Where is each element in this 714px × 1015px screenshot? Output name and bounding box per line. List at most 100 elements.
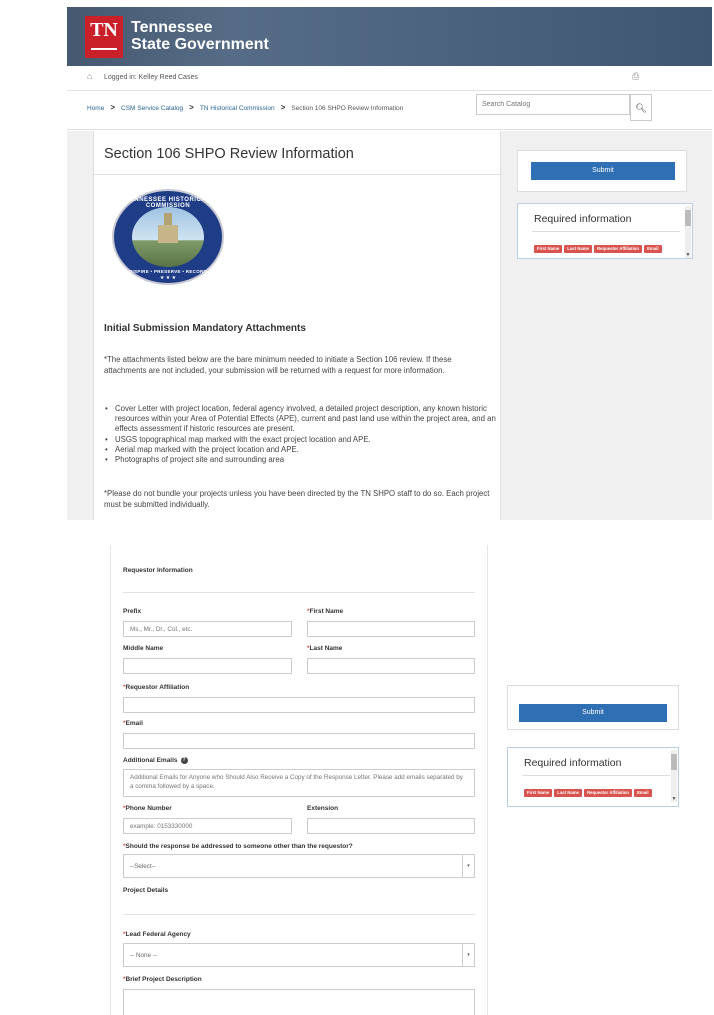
required-badge-first-name[interactable]: First Name	[534, 245, 563, 253]
search-input[interactable]	[476, 94, 630, 115]
extension-label: Extension	[307, 805, 339, 812]
email-field[interactable]	[123, 733, 475, 749]
required-info-divider	[522, 775, 670, 776]
addressed-to-value: --Select--	[130, 863, 156, 870]
historical-commission-seal: TENNESSEE HISTORICAL COMMISSION INSPIRE …	[112, 189, 224, 285]
list-item: Aerial map marked with the project locat…	[104, 445, 498, 455]
required-info-panel: Required information First Name Last Name…	[517, 203, 693, 259]
phone-label: *Phone Number	[123, 805, 172, 812]
request-form: Requestor Information Prefix *First Name…	[110, 545, 488, 1015]
prefix-label: Prefix	[123, 608, 142, 615]
section-divider	[123, 592, 475, 593]
tn-logo[interactable]: TN	[85, 16, 123, 58]
logged-in-user[interactable]: Logged in: Kelley Reed	[104, 74, 176, 81]
scroll-down-arrow-icon[interactable]: ▼	[671, 796, 677, 802]
breadcrumb-current: Section 106 SHPO Review Information	[291, 105, 404, 112]
requestor-section-title: Requestor Information	[123, 567, 193, 574]
required-badge-affiliation[interactable]: Requestor Affiliation	[593, 245, 643, 253]
brand-line-2: State Government	[131, 36, 269, 53]
required-badge-last-name[interactable]: Last Name	[554, 789, 582, 797]
project-description-label: *Brief Project Description	[123, 976, 202, 983]
lead-agency-select[interactable]: -- None -- ▾	[123, 943, 475, 967]
section-divider	[123, 914, 475, 915]
required-badges: First Name Last Name Requestor Affiliation…	[524, 781, 674, 799]
scroll-down-arrow-icon[interactable]: ▼	[685, 252, 691, 258]
search-icon: 🔍︎	[635, 103, 647, 113]
addressed-to-label: *Should the response be addressed to som…	[123, 843, 353, 850]
required-info-scrollbar[interactable]: ▼	[685, 206, 691, 258]
required-info-title: Required information	[534, 213, 632, 225]
bundle-note: *Please do not bundle your projects unle…	[104, 489, 490, 509]
first-name-input[interactable]	[307, 621, 475, 637]
email-label: *Email	[123, 720, 143, 727]
breadcrumb-tn-historical[interactable]: TN Historical Commission	[200, 105, 275, 112]
submit-button[interactable]: Submit	[519, 704, 667, 722]
project-description-input[interactable]	[123, 989, 475, 1015]
required-badge-affiliation[interactable]: Requestor Affiliation	[583, 789, 633, 797]
attachments-list: Cover Letter with project location, fede…	[104, 404, 498, 465]
required-info-divider	[532, 231, 680, 232]
required-info-scrollbar[interactable]: ▼	[671, 750, 677, 802]
home-icon[interactable]: ⌂	[87, 72, 96, 81]
submit-button[interactable]: Submit	[531, 162, 675, 180]
required-badge-first-name[interactable]: First Name	[524, 789, 553, 797]
breadcrumb-csm-catalog[interactable]: CSM Service Catalog	[121, 105, 183, 112]
lead-agency-label: *Lead Federal Agency	[123, 931, 191, 938]
scrollbar-thumb[interactable]	[685, 210, 691, 226]
extension-input[interactable]	[307, 818, 475, 834]
breadcrumb-bar: Home > CSM Service Catalog > TN Historical C…	[67, 90, 712, 130]
submit-panel: Submit	[507, 685, 679, 730]
submit-panel: Submit	[517, 150, 687, 192]
middle-name-label: Middle Name	[123, 645, 164, 652]
user-bar: ⌂ Logged in: Kelley Reed Cases ⎙	[67, 66, 712, 90]
required-badge-email[interactable]: Email	[644, 245, 662, 253]
attachments-intro: *The attachments listed below are the ba…	[104, 355, 452, 375]
project-section-title: Project Details	[123, 887, 169, 894]
chevron-down-icon[interactable]: ▾	[462, 855, 474, 877]
additional-emails-input[interactable]	[123, 769, 475, 797]
addressed-to-select[interactable]: --Select-- ▾	[123, 854, 475, 878]
required-badges: First Name Last Name Requestor Affiliation…	[534, 237, 684, 255]
prefix-input[interactable]	[123, 621, 292, 637]
scrollbar-thumb[interactable]	[671, 754, 677, 770]
brand-line-1: Tennessee	[131, 19, 213, 36]
page-title: Section 106 SHPO Review Information	[104, 146, 354, 162]
title-divider	[94, 174, 500, 175]
catalog-item-card: Section 106 SHPO Review Information TENN…	[93, 131, 501, 520]
search-button[interactable]: 🔍︎	[630, 94, 652, 121]
first-name-label: *First Name	[307, 608, 344, 615]
lead-agency-value: -- None --	[130, 952, 157, 959]
seal-stars: ★ ★ ★	[159, 275, 177, 281]
required-info-panel: Required information First Name Last Name…	[507, 747, 679, 807]
seal-capitol-image	[132, 207, 204, 267]
bottom-screenshot: Requestor Information Prefix *First Name…	[0, 545, 714, 1015]
breadcrumb-separator: >	[280, 103, 286, 112]
middle-name-input[interactable]	[123, 658, 292, 674]
seal-capitol-building	[158, 225, 178, 243]
site-header: TN Tennessee State Government	[67, 7, 712, 66]
list-item: Photographs of project site and surround…	[104, 455, 498, 465]
affiliation-input[interactable]	[123, 697, 475, 713]
breadcrumb: Home > CSM Service Catalog > TN Historical C…	[87, 103, 403, 112]
seal-motto: INSPIRE • PRESERVE • RECORD	[128, 269, 208, 274]
breadcrumb-separator: >	[110, 103, 116, 112]
affiliation-label: *Requestor Affiliation	[123, 684, 190, 691]
last-name-label: *Last Name	[307, 645, 343, 652]
breadcrumb-home[interactable]: Home	[87, 105, 104, 112]
last-name-input[interactable]	[307, 658, 475, 674]
required-info-title: Required information	[524, 757, 622, 769]
required-badge-email[interactable]: Email	[634, 789, 652, 797]
phone-input[interactable]	[123, 818, 292, 834]
print-icon[interactable]: ⎙	[632, 71, 639, 82]
top-screenshot: TN Tennessee State Government ⌂ Logged i…	[0, 0, 714, 520]
additional-emails-label: Additional Emails?	[123, 757, 188, 765]
required-badge-last-name[interactable]: Last Name	[564, 245, 592, 253]
list-item: USGS topographical map marked with the e…	[104, 435, 498, 445]
attachments-heading: Initial Submission Mandatory Attachments	[104, 323, 306, 334]
help-icon[interactable]: ?	[180, 757, 188, 764]
list-item: Cover Letter with project location, fede…	[104, 404, 498, 435]
breadcrumb-separator: >	[189, 103, 194, 112]
cases-link[interactable]: Cases	[178, 74, 198, 81]
brand-title[interactable]: Tennessee State Government	[131, 19, 269, 53]
chevron-down-icon[interactable]: ▾	[462, 944, 474, 966]
